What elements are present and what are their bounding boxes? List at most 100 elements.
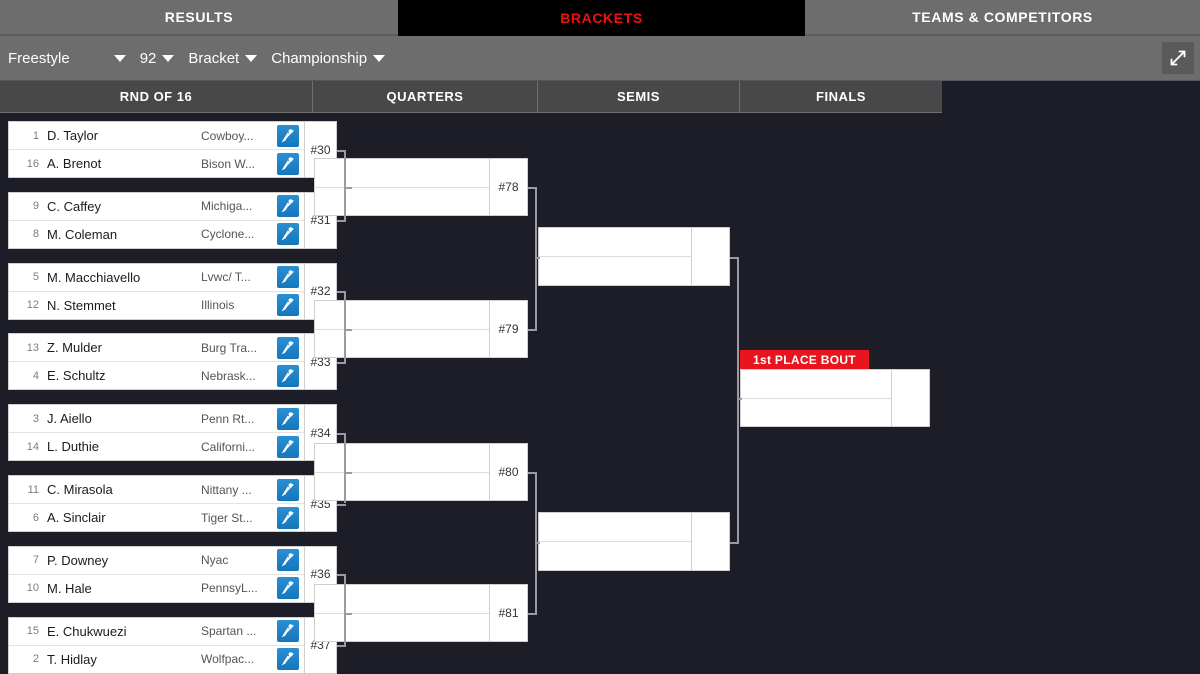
wrestler-team: Nyac: [201, 553, 229, 568]
bracket-connector: [337, 361, 346, 364]
match-card-round-of-16[interactable]: 7 P. Downey Nyac 10 M. Hale PennsyL...: [8, 545, 305, 603]
wrestler-icon[interactable]: [277, 435, 299, 458]
filter-weight-dropdown[interactable]: 92: [140, 50, 175, 67]
wrestler-slot[interactable]: [539, 513, 691, 542]
wrestler-name: J. Aiello: [47, 411, 92, 427]
wrestler-name: A. Brenot: [47, 156, 102, 171]
wrestler-slot[interactable]: [315, 188, 489, 216]
match-card-semis[interactable]: [538, 512, 730, 571]
expand-arrows-icon[interactable]: [1162, 42, 1194, 74]
filter-weight-value: 92: [139, 49, 157, 67]
tab-brackets-label: BRACKETS: [560, 10, 643, 26]
match-card-semis[interactable]: [538, 227, 730, 286]
tab-results[interactable]: RESULTS: [0, 0, 398, 36]
wrestler-row[interactable]: 14 L. Duthie Californi...: [9, 433, 304, 460]
wrestler-row[interactable]: 4 E. Schultz Nebrask...: [9, 362, 304, 389]
wrestler-icon[interactable]: [277, 407, 299, 430]
filter-division-value: Championship: [271, 49, 368, 67]
filter-style-dropdown[interactable]: Freestyle: [8, 50, 126, 67]
wrestler-row[interactable]: 8 M. Coleman Cyclone...: [9, 221, 304, 248]
wrestler-row[interactable]: 7 P. Downey Nyac: [9, 547, 304, 575]
wrestler-row[interactable]: 9 C. Caffey Michiga...: [9, 193, 304, 221]
wrestler-slot[interactable]: [315, 330, 489, 358]
match-card-round-of-16[interactable]: 5 M. Macchiavello Lvwc/ T... 12 N. Stemmet Il…: [8, 262, 305, 320]
wrestler-row[interactable]: 13 Z. Mulder Burg Tra...: [9, 334, 304, 363]
wrestler-icon[interactable]: [277, 294, 299, 317]
chevron-down-icon: [245, 54, 258, 62]
wrestler-row[interactable]: 10 M. Hale PennsyL...: [9, 575, 304, 602]
wrestler-name: Z. Mulder: [47, 340, 102, 356]
match-slots: [315, 444, 489, 500]
wrestler-icon[interactable]: [277, 620, 299, 643]
tab-teams-and-competitors[interactable]: TEAMS & COMPETITORS: [805, 0, 1200, 36]
wrestler-name: M. Hale: [47, 580, 92, 596]
match-card-round-of-16[interactable]: 11 C. Mirasola Nittany ... 6 A. Sinclair Tige…: [8, 475, 305, 532]
wrestler-slot[interactable]: [539, 228, 691, 257]
wrestler-icon[interactable]: [277, 124, 299, 147]
wrestler-slot[interactable]: [315, 614, 489, 642]
wrestler-icon[interactable]: [277, 223, 299, 246]
wrestler-slot[interactable]: [315, 473, 489, 501]
match-card-round-of-16[interactable]: 3 J. Aiello Penn Rt... 14 L. Duthie Californi…: [8, 404, 305, 462]
wrestler-slot[interactable]: [315, 301, 489, 330]
wrestler-row[interactable]: 2 T. Hidlay Wolfpac...: [9, 646, 304, 673]
filter-view-dropdown[interactable]: Bracket: [188, 50, 258, 67]
match-card-finals[interactable]: [740, 369, 930, 427]
filter-division-dropdown[interactable]: Championship: [271, 49, 386, 67]
wrestler-slot[interactable]: [315, 585, 489, 614]
wrestler-seed: 13: [26, 341, 39, 354]
match-card-round-of-16[interactable]: 13 Z. Mulder Burg Tra... 4 E. Schultz Nebrask…: [8, 333, 305, 391]
wrestler-seed: 10: [26, 582, 39, 595]
wrestler-icon[interactable]: [277, 577, 299, 600]
wrestler-icon[interactable]: [277, 549, 299, 572]
wrestler-team: Spartan ...: [201, 624, 257, 639]
wrestler-slot[interactable]: [539, 257, 691, 285]
match-card-round-of-16[interactable]: 15 E. Chukwuezi Spartan ... 2 T. Hidlay Wolfp…: [8, 616, 305, 674]
match-card-round-of-16[interactable]: 9 C. Caffey Michiga... 8 M. Coleman Cyclone..…: [8, 191, 305, 249]
wrestler-icon[interactable]: [277, 266, 299, 289]
wrestler-row[interactable]: 12 N. Stemmet Illinois: [9, 292, 304, 319]
wrestler-icon[interactable]: [277, 195, 299, 218]
tab-brackets[interactable]: BRACKETS: [398, 0, 805, 36]
chevron-down-icon: [162, 54, 175, 62]
bracket-connector: [528, 613, 537, 615]
match-card-round-of-16[interactable]: 1 D. Taylor Cowboy... 16 A. Brenot Bison W...: [8, 121, 305, 178]
wrestler-team: Illinois: [201, 298, 235, 313]
wrestler-icon[interactable]: [277, 478, 299, 501]
wrestler-team: PennsyL...: [201, 581, 258, 596]
wrestler-row[interactable]: 1 D. Taylor Cowboy...: [9, 122, 304, 150]
wrestler-seed: 11: [27, 483, 39, 496]
wrestler-slot[interactable]: [741, 399, 891, 427]
match-slots: [315, 159, 489, 215]
wrestler-seed: 16: [26, 157, 39, 170]
wrestler-name: C. Mirasola: [47, 482, 113, 497]
round-header-finals: FINALS: [740, 81, 942, 113]
wrestler-row[interactable]: 5 M. Macchiavello Lvwc/ T...: [9, 264, 304, 292]
round-label: FINALS: [816, 89, 866, 104]
filter-bar: Freestyle 92 Bracket Championship: [0, 36, 1200, 81]
wrestler-icon[interactable]: [277, 152, 299, 175]
wrestler-team: Burg Tra...: [201, 340, 258, 355]
bout-number-finals: [891, 370, 929, 426]
wrestler-team: Californi...: [201, 439, 256, 454]
wrestler-row[interactable]: 16 A. Brenot Bison W...: [9, 150, 304, 177]
wrestler-row[interactable]: 11 C. Mirasola Nittany ...: [9, 476, 304, 504]
wrestler-slot[interactable]: [315, 159, 489, 188]
bracket-connector: [344, 432, 346, 504]
wrestler-icon[interactable]: [277, 506, 299, 529]
bout-number-quarters: #81: [489, 585, 527, 641]
wrestler-team: Nittany ...: [201, 482, 252, 497]
bracket-connector: [337, 503, 346, 506]
wrestler-row[interactable]: 6 A. Sinclair Tiger St...: [9, 504, 304, 531]
tab-results-label: RESULTS: [164, 9, 234, 25]
wrestler-icon[interactable]: [277, 336, 299, 359]
bout-number-semis: [691, 513, 729, 570]
wrestler-row[interactable]: 3 J. Aiello Penn Rt...: [9, 405, 304, 434]
wrestler-row[interactable]: 15 E. Chukwuezi Spartan ...: [9, 618, 304, 646]
wrestler-slot[interactable]: [741, 370, 891, 399]
bracket-connector: [337, 220, 346, 223]
wrestler-slot[interactable]: [539, 542, 691, 570]
wrestler-slot[interactable]: [315, 444, 489, 473]
wrestler-icon[interactable]: [277, 364, 299, 387]
wrestler-icon[interactable]: [277, 648, 299, 671]
